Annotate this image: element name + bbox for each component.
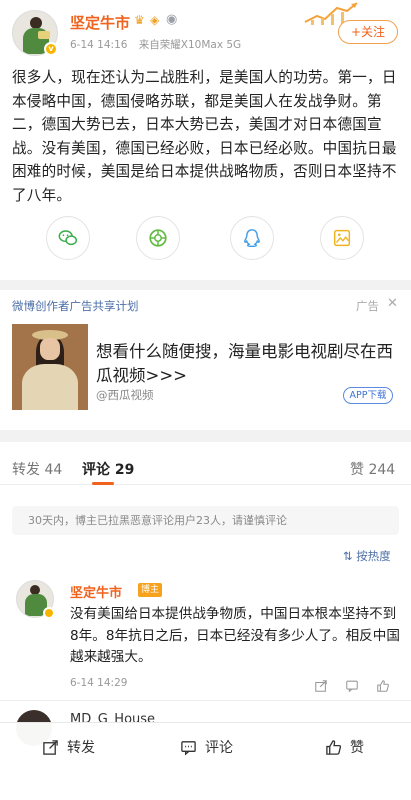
repost-icon: [43, 739, 58, 755]
bottom-action-bar: 转发 评论 赞: [0, 722, 411, 800]
post-body: 很多人，现在还认为二战胜利，是美国人的功劳。第一，日本侵略中国，德国侵略苏联，都…: [12, 69, 397, 204]
repost-label: 转发: [67, 740, 95, 756]
comment-button[interactable]: 评论: [180, 737, 233, 757]
comment-divider: [0, 700, 411, 701]
sort-label: 按热度: [356, 549, 391, 563]
post-source: 来自荣耀X10Max 5G: [138, 39, 242, 51]
interaction-tabs: 转发 44 评论 29 赞 244: [0, 449, 411, 485]
qq-icon[interactable]: [230, 216, 274, 260]
wechat-icon[interactable]: [46, 216, 90, 260]
ad-tag: 广告: [356, 299, 379, 313]
share-icon[interactable]: [314, 679, 328, 693]
repost-button[interactable]: 转发: [42, 737, 95, 757]
verified-badge-icon: v: [44, 42, 58, 56]
verified-badge-icon: [43, 607, 55, 619]
post-header: v 坚定牛市 ♛ ◈ ◉ 6-14 14:16 来自荣耀X10Max 5G +关…: [0, 0, 411, 62]
like-button[interactable]: 赞: [325, 737, 364, 757]
app-download-button[interactable]: APP下载: [343, 387, 393, 404]
ad-header[interactable]: 微博创作者广告共享计划: [12, 298, 139, 314]
ad-thumbnail-coat: [22, 364, 78, 410]
ad-thumbnail[interactable]: [12, 324, 88, 410]
comment-text: 没有美国给日本提供战争物质，中国日本根本坚持不到8年。8年抗日之后，日本已经没有…: [70, 606, 400, 665]
section-divider: [0, 280, 411, 290]
medal-badge-icon: ◉: [166, 12, 178, 27]
ad-title[interactable]: 想看什么随便搜，海量电影电视剧尽在西瓜视频>>>: [96, 340, 402, 388]
post-username[interactable]: 坚定牛市: [70, 12, 130, 33]
ad-thumbnail-face: [40, 338, 60, 360]
close-icon[interactable]: ✕: [387, 296, 398, 311]
like-icon[interactable]: [376, 679, 390, 693]
comment-time: 6-14 14:29: [70, 677, 128, 689]
tab-comment[interactable]: 评论 29: [82, 459, 134, 479]
section-divider: [0, 430, 411, 442]
avatar-item: [38, 31, 50, 39]
crown-badge-icon: ♛: [134, 13, 145, 27]
shield-badge-icon: ◈: [150, 13, 160, 27]
comment-label: 评论: [205, 740, 233, 756]
thumbs-up-icon: [326, 739, 342, 755]
qzone-icon[interactable]: [320, 216, 364, 260]
reply-icon[interactable]: [345, 679, 359, 693]
sort-icon: ⇅: [343, 549, 353, 563]
author-tag: 博主: [138, 583, 163, 597]
post-meta: 6-14 14:16 来自荣耀X10Max 5G: [70, 37, 249, 52]
comment-icon: [181, 740, 196, 756]
comment-actions: [314, 675, 402, 694]
comment-username[interactable]: 坚定牛市: [70, 582, 122, 601]
comment-notice: 30天内，博主已拉黑恶意评论用户23人，请谨慎评论: [12, 506, 399, 535]
like-label: 赞: [350, 740, 364, 756]
active-tab-indicator: [92, 482, 114, 485]
post-time: 6-14 14:16: [70, 39, 128, 51]
follow-button[interactable]: +关注: [338, 20, 398, 44]
tab-repost[interactable]: 转发 44: [12, 459, 62, 479]
sort-by-hot-button[interactable]: ⇅ 按热度: [343, 548, 391, 564]
share-row: [0, 216, 411, 260]
tab-like[interactable]: 赞 244: [350, 459, 395, 479]
ad-source[interactable]: @西瓜视频: [96, 387, 154, 403]
moments-icon[interactable]: [136, 216, 180, 260]
